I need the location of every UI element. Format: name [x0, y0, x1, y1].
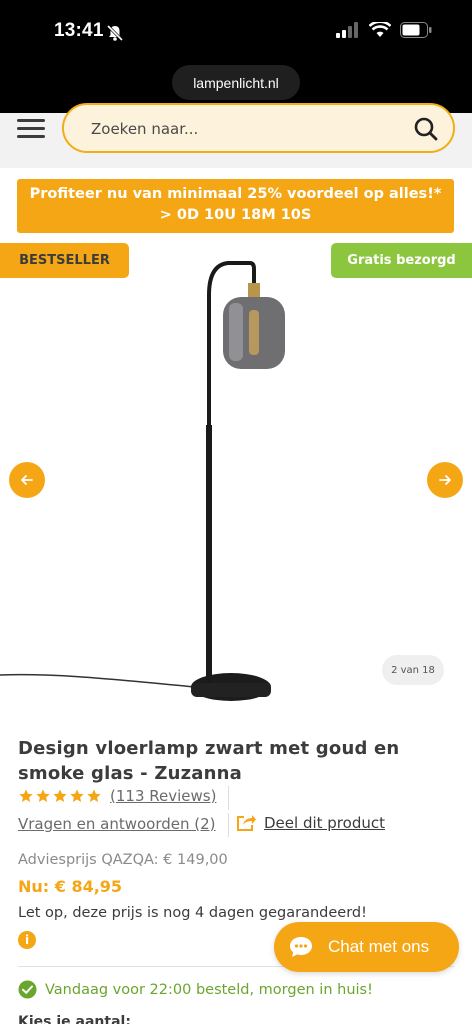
search-placeholder: Zoeken naar... — [91, 120, 199, 138]
info-icon[interactable]: i — [18, 931, 36, 949]
star-icon — [36, 789, 50, 802]
menu-icon[interactable] — [17, 119, 45, 139]
status-icons — [336, 22, 432, 38]
bell-muted-icon — [106, 24, 124, 42]
gallery-counter: 2 van 18 — [382, 655, 444, 685]
advice-price: Adviesprijs QAZQA: € 149,00 — [18, 852, 228, 868]
current-price: Nu: € 84,95 — [18, 877, 123, 896]
delivery-info: Vandaag voor 22:00 besteld, morgen in hu… — [18, 980, 373, 999]
product-image[interactable] — [0, 255, 472, 705]
price-guarantee: Let op, deze prijs is nog 4 dagen gegara… — [18, 905, 367, 921]
gallery-next-button[interactable] — [427, 462, 463, 498]
reviews-link[interactable]: (113 Reviews) — [110, 787, 216, 805]
rating-stars — [18, 788, 102, 804]
browser-chrome: 13:41 lampenlicht.nl — [0, 0, 472, 113]
promo-text: Profiteer nu van minimaal 25% voordeel o… — [29, 186, 442, 202]
bestseller-badge: BESTSELLER — [0, 243, 129, 278]
search-input[interactable]: Zoeken naar... — [62, 103, 455, 153]
chat-label: Chat met ons — [328, 937, 430, 956]
promo-banner[interactable]: Profiteer nu van minimaal 25% voordeel o… — [17, 179, 454, 233]
share-icon — [237, 815, 256, 831]
star-icon — [87, 789, 101, 802]
battery-icon — [400, 22, 432, 38]
promo-countdown: > 0D 10U 18M 10S — [159, 207, 312, 223]
search-icon[interactable] — [413, 116, 439, 142]
divider — [228, 786, 229, 810]
check-circle-icon — [18, 980, 37, 999]
delivery-text: Vandaag voor 22:00 besteld, morgen in hu… — [45, 981, 373, 998]
star-icon — [53, 789, 67, 802]
gallery-prev-button[interactable] — [9, 462, 45, 498]
qa-link[interactable]: Vragen en antwoorden (2) — [18, 815, 216, 833]
divider — [228, 813, 229, 837]
quantity-label: Kies je aantal: — [18, 1014, 131, 1024]
chat-bubble-icon — [290, 937, 312, 957]
url-bar[interactable]: lampenlicht.nl — [172, 65, 300, 100]
status-time: 13:41 — [54, 20, 104, 41]
arrow-left-icon — [21, 475, 33, 485]
product-title: Design vloerlamp zwart met goud en smoke… — [18, 738, 400, 784]
free-delivery-badge: Gratis bezorgd — [331, 243, 472, 278]
star-icon — [70, 789, 84, 802]
chat-button[interactable]: Chat met ons — [274, 922, 459, 972]
wifi-icon — [369, 22, 391, 37]
signal-icon — [336, 22, 358, 38]
rating-row: (113 Reviews) — [18, 787, 216, 805]
site-header: Zoeken naar... — [0, 103, 472, 168]
share-button[interactable]: Deel dit product — [236, 813, 385, 832]
share-label: Deel dit product — [264, 813, 385, 832]
arrow-right-icon — [439, 475, 451, 485]
star-icon — [19, 789, 33, 802]
